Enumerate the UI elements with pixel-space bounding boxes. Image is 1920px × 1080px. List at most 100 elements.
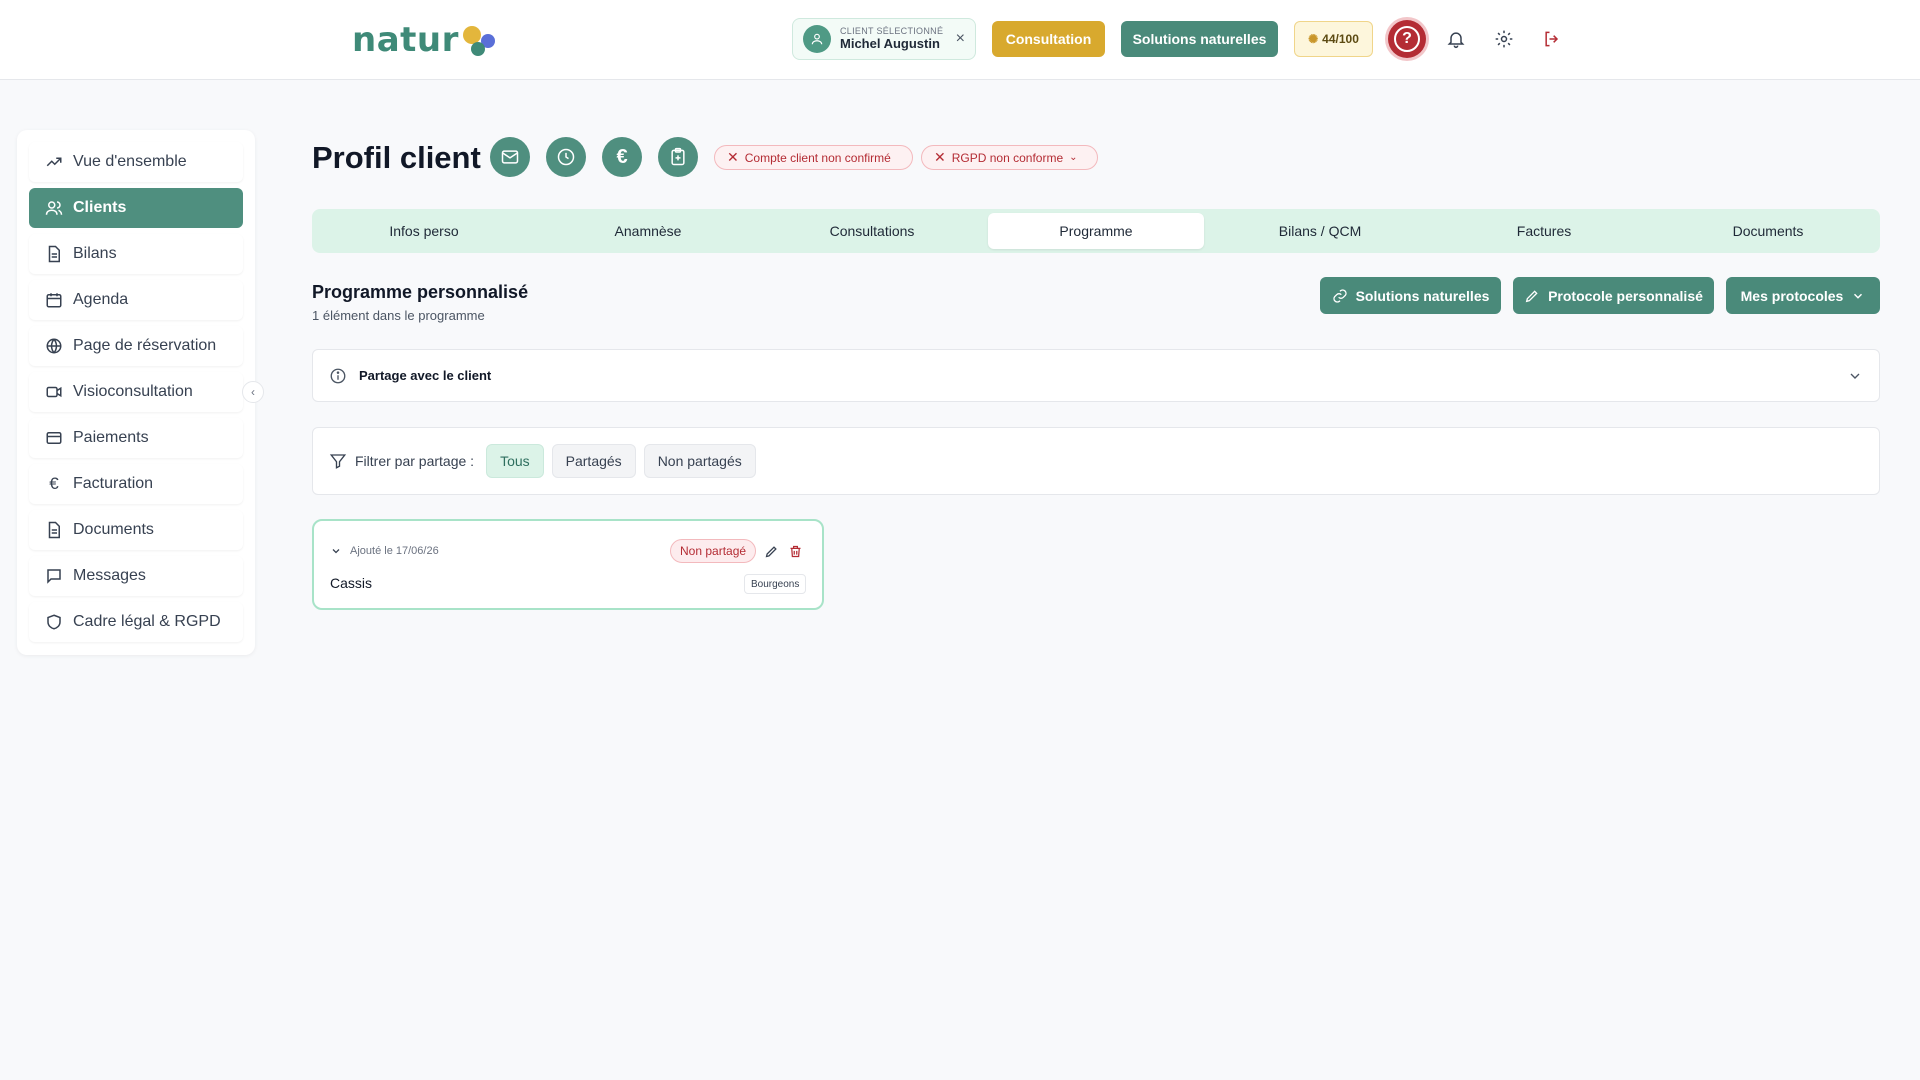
bell-icon[interactable] [1444, 27, 1468, 51]
chevron-left-icon: ‹ [251, 385, 255, 399]
my-protocols-label: Mes protocoles [1740, 287, 1844, 304]
chevron-down-icon [1850, 373, 1860, 379]
section-title: Programme personnalisé [312, 282, 529, 302]
section-subtitle: 1 élément dans le programme [312, 308, 485, 323]
sidebar-item-payments[interactable]: Paiements [29, 418, 243, 458]
tab-consultations[interactable]: Consultations [764, 213, 980, 249]
account-status-label: Compte client non confirmé [744, 150, 891, 165]
share-filter-panel: Filtrer par partage : Tous Partagés Non … [312, 427, 1880, 495]
sidebar-item-label: Messages [73, 567, 146, 584]
clipboard-button[interactable] [658, 137, 698, 177]
credit-card-icon [45, 429, 63, 447]
sidebar-item-booking-page[interactable]: Page de réservation [29, 326, 243, 366]
program-item-date-text: Ajouté le 17/06/26 [350, 545, 439, 557]
my-protocols-dropdown[interactable]: Mes protocoles [1726, 277, 1880, 314]
program-item-date: Ajouté le 17/06/26 [330, 545, 439, 557]
score-value: 44/100 [1322, 32, 1359, 46]
sidebar: Vue d'ensemble Clients Bilans Agenda Pag… [17, 130, 255, 655]
sidebar-item-billing[interactable]: € Facturation [29, 464, 243, 504]
document-icon [45, 521, 63, 539]
sidebar-item-agenda[interactable]: Agenda [29, 280, 243, 320]
score-badge[interactable]: ✺ 44/100 [1294, 21, 1373, 57]
program-item-card[interactable]: Ajouté le 17/06/26 Non partagé Cassis Bo… [312, 519, 824, 610]
program-item-name: Cassis [330, 575, 373, 591]
sidebar-item-documents[interactable]: Documents [29, 510, 243, 550]
euro-icon: € [616, 145, 628, 168]
chevron-down-icon [332, 549, 340, 554]
sidebar-item-video[interactable]: Visioconsultation [29, 372, 243, 412]
chevron-down-icon [1854, 293, 1863, 299]
pencil-icon[interactable] [762, 542, 780, 560]
account-status-badge[interactable]: ✕ Compte client non confirmé [714, 145, 913, 170]
sidebar-item-label: Documents [73, 521, 154, 538]
tab-bilans-qcm[interactable]: Bilans / QCM [1212, 213, 1428, 249]
gear-icon[interactable] [1492, 27, 1516, 51]
help-button[interactable]: ? [1388, 20, 1426, 58]
share-with-client-panel[interactable]: Partage avec le client [312, 349, 1880, 402]
clock-icon [557, 148, 575, 166]
rgpd-status-badge[interactable]: ✕ RGPD non conforme ⌄ [921, 145, 1098, 170]
chevron-down-icon: ⌄ [1069, 152, 1078, 163]
selected-client-chip[interactable]: CLIENT SÉLECTIONNÉ Michel Augustin × [792, 18, 976, 60]
selected-client-text: CLIENT SÉLECTIONNÉ Michel Augustin [840, 26, 943, 51]
logo-text: natur [352, 20, 459, 60]
filter-label: Filtrer par partage : [355, 453, 475, 469]
document-icon [45, 245, 63, 263]
sidebar-item-messages[interactable]: Messages [29, 556, 243, 596]
filter-not-shared-button[interactable]: Non partagés [643, 444, 756, 478]
tab-infos-perso[interactable]: Infos perso [316, 213, 532, 249]
sidebar-item-label: Paiements [73, 429, 149, 446]
filter-icon [329, 454, 347, 469]
sidebar-item-label: Visioconsultation [73, 383, 193, 400]
globe-icon [45, 337, 63, 355]
sidebar-item-overview[interactable]: Vue d'ensemble [29, 142, 243, 182]
custom-protocol-button[interactable]: Protocole personnalisé [1513, 277, 1714, 314]
history-button[interactable] [546, 137, 586, 177]
top-bar: natur CLIENT SÉLECTIONNÉ Michel Augustin… [0, 0, 1920, 80]
collapse-sidebar-button[interactable]: ‹ [242, 381, 264, 403]
x-icon: ✕ [934, 149, 946, 165]
tab-factures[interactable]: Factures [1436, 213, 1652, 249]
logo-dots-icon [461, 22, 497, 58]
page-title: Profil client [312, 140, 481, 175]
sidebar-item-label: Page de réservation [73, 337, 217, 354]
video-icon [45, 383, 63, 401]
sidebar-item-clients[interactable]: Clients [29, 188, 243, 228]
clipboard-plus-icon [671, 147, 685, 166]
tab-anamnese[interactable]: Anamnèse [540, 213, 756, 249]
consultation-button[interactable]: Consultation [992, 21, 1105, 57]
sparkle-icon: ✺ [1308, 32, 1319, 46]
close-icon[interactable]: × [956, 30, 965, 48]
pencil-icon [1525, 289, 1538, 302]
trash-icon[interactable] [786, 542, 804, 560]
euro-icon: € [49, 474, 59, 493]
users-icon [45, 199, 63, 217]
logo[interactable]: natur [352, 18, 497, 62]
info-icon [330, 368, 346, 383]
selected-client-name: Michel Augustin [840, 35, 940, 51]
share-status-badge[interactable]: Non partagé [670, 539, 757, 563]
sidebar-item-label: Agenda [73, 291, 129, 308]
sidebar-item-bilans[interactable]: Bilans [29, 234, 243, 274]
sidebar-item-label: Vue d'ensemble [73, 153, 187, 170]
logout-icon[interactable] [1540, 27, 1564, 51]
shield-icon [45, 613, 63, 631]
custom-protocol-label: Protocole personnalisé [1548, 287, 1703, 304]
tab-programme[interactable]: Programme [988, 213, 1204, 249]
tab-documents[interactable]: Documents [1660, 213, 1876, 249]
trending-up-icon [45, 153, 63, 171]
profile-tabs: Infos perso Anamnèse Consultations Progr… [312, 209, 1880, 253]
sidebar-item-label: Cadre légal & RGPD [73, 613, 221, 630]
sidebar-item-label: Bilans [73, 245, 117, 262]
calendar-icon [45, 291, 63, 309]
email-button[interactable] [490, 137, 530, 177]
sidebar-item-label: Clients [73, 199, 127, 216]
payment-button[interactable]: € [602, 137, 642, 177]
filter-shared-button[interactable]: Partagés [551, 444, 636, 478]
rgpd-status-label: RGPD non conforme [951, 150, 1064, 165]
sidebar-item-legal[interactable]: Cadre légal & RGPD [29, 602, 243, 642]
x-icon: ✕ [727, 149, 739, 165]
natural-solutions-button[interactable]: Solutions naturelles [1121, 21, 1278, 57]
natural-solutions-link-button[interactable]: Solutions naturelles [1320, 277, 1501, 314]
filter-all-button[interactable]: Tous [486, 444, 544, 478]
